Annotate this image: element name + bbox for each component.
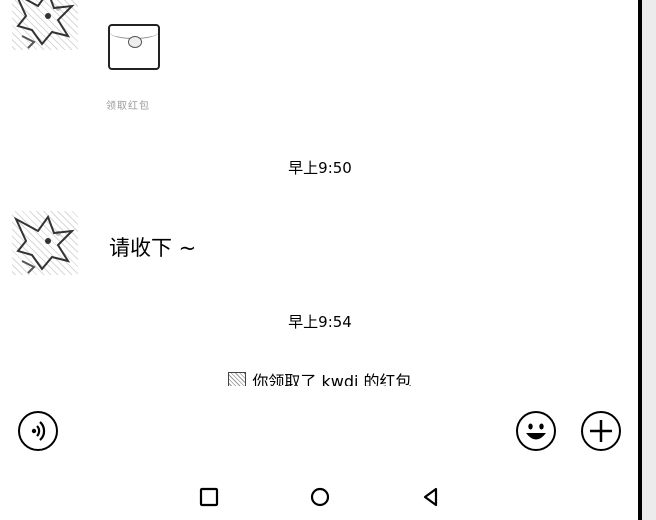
chat-message-text[interactable]: 请收下 ~ [109,232,196,262]
red-packet-icon [228,372,247,386]
triangle-back-icon [423,487,438,507]
message-timestamp: 早上9:54 [288,313,352,331]
plus-icon [590,420,612,442]
emoji-icon [526,423,546,440]
square-icon [199,487,219,507]
emoji-button[interactable] [516,411,556,451]
circle-icon [310,487,330,507]
envelope-seal-icon [128,36,142,48]
system-notification-text: 你领取了 kwdi 的红包 [252,372,412,386]
recents-button[interactable] [198,486,220,508]
system-notification: 你领取了 kwdi 的红包 [0,368,640,386]
red-packet-caption: 领取红包 [106,101,150,112]
more-options-button[interactable] [581,411,621,451]
screen-edge-margin [642,0,656,520]
home-button[interactable] [309,486,331,508]
voice-icon [31,421,46,441]
message-timestamp: 早上9:50 [288,159,352,177]
contact-avatar[interactable] [12,0,78,50]
contact-avatar[interactable] [12,211,78,275]
back-button[interactable] [420,486,442,508]
voice-input-button[interactable] [18,411,58,451]
red-packet-card[interactable] [108,24,160,70]
